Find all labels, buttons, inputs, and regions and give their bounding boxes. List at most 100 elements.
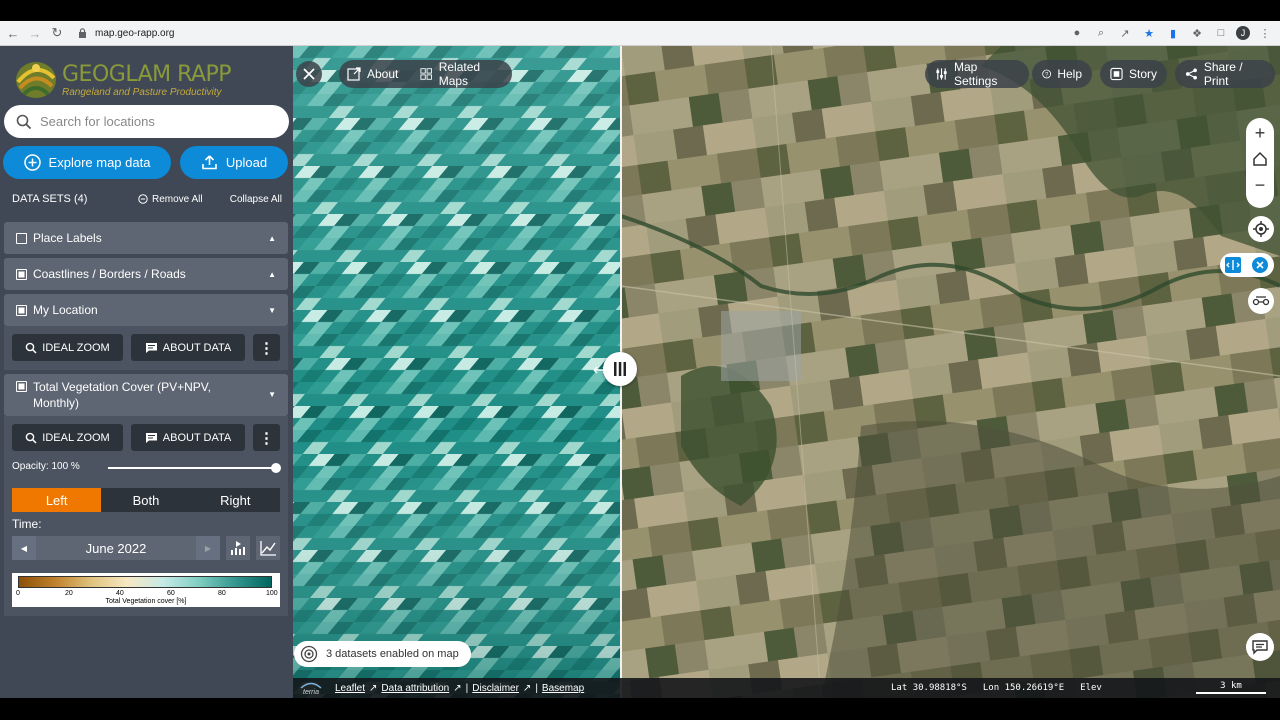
split-handle[interactable] <box>603 352 637 386</box>
terria-logo-icon: terria <box>300 682 322 695</box>
map-view[interactable]: About Related Maps Map Settings ? Help S… <box>293 46 1280 698</box>
next-date-button[interactable]: ▶ <box>196 536 220 560</box>
about-data-button[interactable]: ABOUT DATA <box>131 424 245 451</box>
tab-both[interactable]: Both <box>101 488 190 512</box>
forward-arrow-icon[interactable]: → <box>26 24 44 42</box>
search-icon <box>16 114 32 129</box>
story-button[interactable]: Story <box>1100 60 1167 88</box>
checkbox[interactable] <box>16 268 27 280</box>
chevron-down-icon[interactable]: ▼ <box>268 390 276 399</box>
measure-tool-button[interactable] <box>1248 288 1274 314</box>
leaflet-link[interactable]: Leaflet <box>335 683 365 694</box>
remove-all-button[interactable]: Remove All <box>138 194 203 205</box>
lon-value: 150.26619°E <box>1004 683 1065 693</box>
profile-avatar[interactable]: J <box>1236 26 1250 40</box>
zoom-icon[interactable]: ⌕ <box>1092 24 1110 42</box>
tab-left[interactable]: Left <box>12 488 102 512</box>
menu-kebab-icon[interactable]: ⋮ <box>1256 24 1274 42</box>
related-maps-button[interactable]: Related Maps <box>412 60 512 88</box>
more-options-button[interactable]: ⋮ <box>253 334 280 361</box>
location-pin-icon[interactable]: ● <box>1068 24 1086 42</box>
timeline-play-button[interactable] <box>226 536 250 560</box>
share-icon[interactable]: ↗ <box>1116 24 1134 42</box>
url-text: map.geo-rapp.org <box>95 27 175 39</box>
about-data-button[interactable]: ABOUT DATA <box>131 334 245 361</box>
dataset-label: Total Vegetation Cover (PV+NPV, Monthly) <box>33 379 211 411</box>
checkbox[interactable] <box>16 381 27 392</box>
dataset-my-location[interactable]: My Location ▼ <box>4 294 288 326</box>
chart-play-icon <box>231 541 245 555</box>
line-chart-icon <box>260 541 276 556</box>
split-side-tabs: Left Both Right <box>12 488 280 512</box>
home-icon[interactable] <box>1252 151 1268 167</box>
feedback-button[interactable] <box>1246 633 1274 661</box>
terria-brand: terria <box>303 689 319 695</box>
time-label: Time: <box>12 517 42 531</box>
bottom-black-bar <box>0 698 1280 720</box>
line-chart-button[interactable] <box>256 536 280 560</box>
explore-map-data-button[interactable]: Explore map data <box>3 146 171 179</box>
upload-icon <box>202 155 217 170</box>
my-location-button[interactable] <box>1248 216 1274 242</box>
chevron-down-icon[interactable]: ▼ <box>268 306 276 315</box>
help-button[interactable]: ? Help <box>1032 60 1092 88</box>
legend-title: Total Vegetation cover [%] <box>105 598 187 605</box>
longitude: Lon 150.26619°E <box>983 683 1064 693</box>
opacity-slider-track[interactable] <box>108 467 276 469</box>
basemap-link[interactable]: Basemap <box>542 683 584 694</box>
geoglam-logo-icon <box>16 62 56 98</box>
datasets-enabled-pill[interactable]: 3 datasets enabled on map <box>294 641 471 667</box>
top-black-bar <box>0 0 1280 21</box>
tab-right[interactable]: Right <box>191 488 280 512</box>
dataset-total-vegetation-cover[interactable]: Total Vegetation Cover (PV+NPV, Monthly) … <box>4 374 288 416</box>
vegetation-legend: 0 20 40 60 80 100 Total Vegetation cover… <box>12 573 280 607</box>
puzzle-icon[interactable]: ❖ <box>1188 24 1206 42</box>
previous-date-button[interactable]: ◀ <box>12 536 36 560</box>
search-input[interactable] <box>40 114 270 129</box>
dataset-coastlines[interactable]: Coastlines / Borders / Roads ▲ <box>4 258 288 290</box>
chevron-up-icon[interactable]: ▲ <box>268 270 276 279</box>
share-print-button[interactable]: Share / Print <box>1175 60 1275 88</box>
data-attribution-link[interactable]: Data attribution <box>381 683 449 694</box>
current-date[interactable]: June 2022 <box>36 541 196 556</box>
browser-actions: ● ⌕ ↗ ★ ▮ ❖ □ J ⋮ <box>1068 24 1274 42</box>
story-icon <box>1110 67 1123 81</box>
top-left-nav: About Related Maps <box>339 60 512 88</box>
star-icon[interactable]: ★ <box>1140 24 1158 42</box>
dataset-place-labels[interactable]: Place Labels ▲ <box>4 222 288 254</box>
browser-toolbar: ← → ↻ map.geo-rapp.org ● ⌕ ↗ ★ ▮ ❖ □ J ⋮ <box>0 21 1280 46</box>
extension-icon[interactable]: ▮ <box>1164 24 1182 42</box>
more-options-button[interactable]: ⋮ <box>253 424 280 451</box>
upload-button[interactable]: Upload <box>180 146 288 179</box>
back-arrow-icon[interactable]: ← <box>4 24 22 42</box>
map-settings-button[interactable]: Map Settings <box>925 60 1029 88</box>
disclaimer-link[interactable]: Disclaimer <box>472 683 519 694</box>
address-bar[interactable]: map.geo-rapp.org <box>78 28 175 39</box>
checkbox[interactable] <box>16 232 27 244</box>
datasets-header: DATA SETS (4) Remove All Collapse All <box>12 193 282 205</box>
about-button[interactable]: About <box>339 67 406 81</box>
map-footer: terria Leaflet ↗ Data attribution ↗ | Di… <box>293 678 1280 698</box>
brand-header[interactable]: GEOGLAM RAPP Rangeland and Pasture Produ… <box>12 52 287 104</box>
collapse-all-button[interactable]: Collapse All <box>230 194 282 205</box>
sliders-icon <box>936 68 947 80</box>
opacity-slider-handle[interactable] <box>271 463 281 473</box>
dataset-label: My Location <box>33 303 98 317</box>
brand-title: GEOGLAM RAPP <box>62 62 232 87</box>
close-panel-button[interactable] <box>296 61 322 87</box>
checkbox[interactable] <box>16 304 27 316</box>
dataset-label-line2: Monthly) <box>33 396 80 410</box>
help-icon: ? <box>1042 69 1052 79</box>
sidepanel-icon[interactable]: □ <box>1212 24 1230 42</box>
share-print-label: Share / Print <box>1203 60 1243 88</box>
ideal-zoom-button[interactable]: IDEAL ZOOM <box>12 424 123 451</box>
chevron-up-icon[interactable]: ▲ <box>268 234 276 243</box>
cursor-coordinates: Lat 30.98818°S Lon 150.26619°E Elev <box>891 683 1102 693</box>
zoom-in-icon[interactable]: + <box>1255 118 1266 148</box>
dataset-label-line1: Total Vegetation Cover (PV+NPV, <box>33 380 211 394</box>
ideal-zoom-button[interactable]: IDEAL ZOOM <box>12 334 123 361</box>
zoom-out-icon[interactable]: − <box>1255 170 1266 200</box>
reload-icon[interactable]: ↻ <box>48 24 66 42</box>
close-compare-icon[interactable] <box>1251 256 1269 274</box>
split-compare-icon[interactable] <box>1225 257 1241 273</box>
